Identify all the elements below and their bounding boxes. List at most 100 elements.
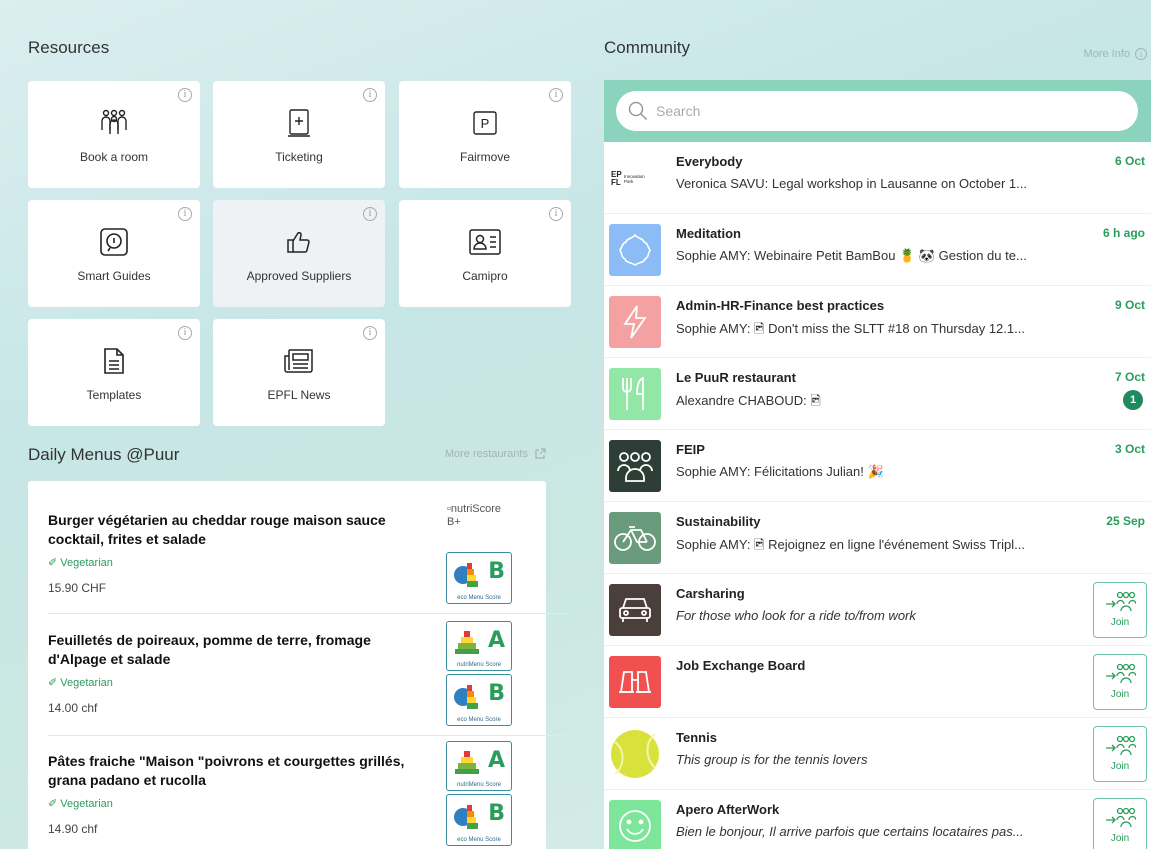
info-icon[interactable]: i [178,88,192,102]
external-link-icon [535,448,546,459]
info-icon[interactable]: i [549,88,563,102]
eco-score-letter: B [488,801,505,826]
tile-templates[interactable]: i Templates [28,319,200,426]
group-carsharing[interactable]: Carsharing For those who look for a ride… [604,574,1151,646]
dish-name: Burger végétarien au cheddar rouge maiso… [48,512,386,547]
group-feip[interactable]: FEIP Sophie AMY: Félicitations Julian! 🎉… [604,430,1151,502]
tile-label: EPFL News [267,388,331,402]
svg-text:P: P [481,116,490,131]
group-tennis[interactable]: Tennis This group is for the tennis love… [604,718,1151,790]
group-name: Carsharing [676,586,745,601]
eco-score-caption: eco Menu Score [457,717,501,723]
join-group-icon [1106,807,1136,828]
search-placeholder: Search [656,103,701,119]
group-last-message: Veronica SAVU: Legal workshop in Lausann… [676,176,1027,191]
tile-label: Ticketing [275,150,323,164]
nutri-score-caption: nutriMenu Score [456,662,502,668]
tile-label: Smart Guides [77,269,151,283]
tile-fairmove[interactable]: i P Fairmove [399,81,571,188]
daily-menu-card: Burger végétarien au cheddar rouge maiso… [28,481,568,849]
join-label: Join [1110,689,1130,700]
group-date: 9 Oct [1114,298,1145,312]
smiley-icon [609,800,661,849]
info-icon[interactable]: i [363,88,377,102]
tile-approved-suppliers[interactable]: i Approved Suppliers [213,200,385,307]
tile-book-a-room[interactable]: i Book a room [28,81,200,188]
group-everybody[interactable]: EP FL Innovation Park Everybody Veronica SA… [604,142,1151,214]
info-icon: i [1135,48,1147,60]
group-admin-hr-finance[interactable]: Admin-HR-Finance best practices Sophie A… [604,286,1151,358]
group-name: Le PuuR restaurant [676,370,796,385]
community-title: Community [604,38,690,57]
tile-epfl-news[interactable]: i EPFL News [213,319,385,426]
tile-ticketing[interactable]: i Ticketing [213,81,385,188]
search-icon [628,101,648,121]
nutri-menu-score-badge: A nutriMenu Score [446,741,512,791]
group-date: 25 Sep [1106,514,1145,528]
join-group-icon [1106,735,1136,756]
group-sustainability[interactable]: Sustainability Sophie AMY: 🖻 Rejoignez e… [604,502,1151,574]
more-restaurants-label: More restaurants [444,448,528,460]
people-group-icon [97,108,131,138]
info-icon[interactable]: i [549,207,563,221]
eco-menu-score-badge: B eco Menu Score [446,552,512,604]
search-input[interactable]: Search [616,91,1138,131]
score-bars-icon [454,685,478,709]
group-name: Admin-HR-Finance best practices [676,298,885,313]
group-date: 6 Oct [1114,154,1145,168]
group-date: 3 Oct [1114,442,1145,456]
community-panel: Search EP FL Innovation Park Everybody Vero… [604,80,1151,849]
join-label: Join [1110,833,1130,844]
score-bars-icon [454,805,478,829]
info-icon[interactable]: i [363,326,377,340]
resources-title: Resources [28,38,110,57]
group-apero-afterwork[interactable]: Apero AfterWork Bien le bonjour, Il arri… [604,790,1151,849]
more-info-link[interactable]: More Info i [1084,48,1147,60]
tile-camipro[interactable]: i Camipro [399,200,571,307]
svg-text:FL: FL [611,178,621,187]
nutri-score-letter: A [487,628,505,653]
id-card-icon [468,227,502,257]
tile-label: Approved Suppliers [246,269,352,283]
eco-score-caption: eco Menu Score [457,595,501,601]
tile-smart-guides[interactable]: i Smart Guides [28,200,200,307]
join-button[interactable]: Join [1093,798,1147,849]
dish-name: Feuilletés de poireaux, pomme de terre, … [48,632,371,667]
group-name: Tennis [676,730,717,745]
newspaper-icon [283,346,315,376]
eco-menu-score-badge: B eco Menu Score [446,794,512,846]
info-icon[interactable]: i [178,207,192,221]
join-button[interactable]: Join [1093,582,1147,638]
info-icon[interactable]: i [363,207,377,221]
group-le-puur-restaurant[interactable]: Le PuuR restaurant Alexandre CHABOUD: 🖻 … [604,358,1151,430]
join-button[interactable]: Join [1093,726,1147,782]
group-name: Sustainability [676,514,761,529]
join-label: Join [1110,761,1130,772]
group-description: This group is for the tennis lovers [676,752,868,767]
info-icon[interactable]: i [178,326,192,340]
nutri-menu-score-badge: A nutriMenu Score [446,621,512,671]
join-button[interactable]: Join [1093,654,1147,710]
more-restaurants-link[interactable]: More restaurants [445,448,546,460]
tile-label: Fairmove [459,150,510,164]
binoculars-icon [609,656,661,708]
score-bars-icon [454,563,478,587]
eco-score-caption: eco Menu Score [457,837,501,843]
tennis-ball-icon [609,728,661,780]
group-date: 7 Oct [1114,370,1145,384]
group-name: Apero AfterWork [676,802,780,817]
more-info-label: More Info [1083,48,1130,60]
join-label: Join [1110,617,1130,628]
svg-text:Park: Park [624,179,634,184]
daily-menus-title: Daily Menus @Puur [28,445,180,464]
score-bars-icon [455,751,479,774]
group-meditation[interactable]: Meditation Sophie AMY: Webinaire Petit B… [604,214,1151,286]
join-group-icon [1106,591,1136,612]
dish-name: Pâtes fraiche "Maison "poivrons et courg… [48,753,405,788]
group-name: Everybody [676,154,743,169]
nutri-score-caption: nutriMenu Score [456,782,502,788]
group-job-exchange-board[interactable]: Job Exchange Board Join [604,646,1151,718]
bicycle-icon [609,512,661,564]
group-date: 6 h ago [1102,226,1145,240]
car-icon [609,584,661,636]
